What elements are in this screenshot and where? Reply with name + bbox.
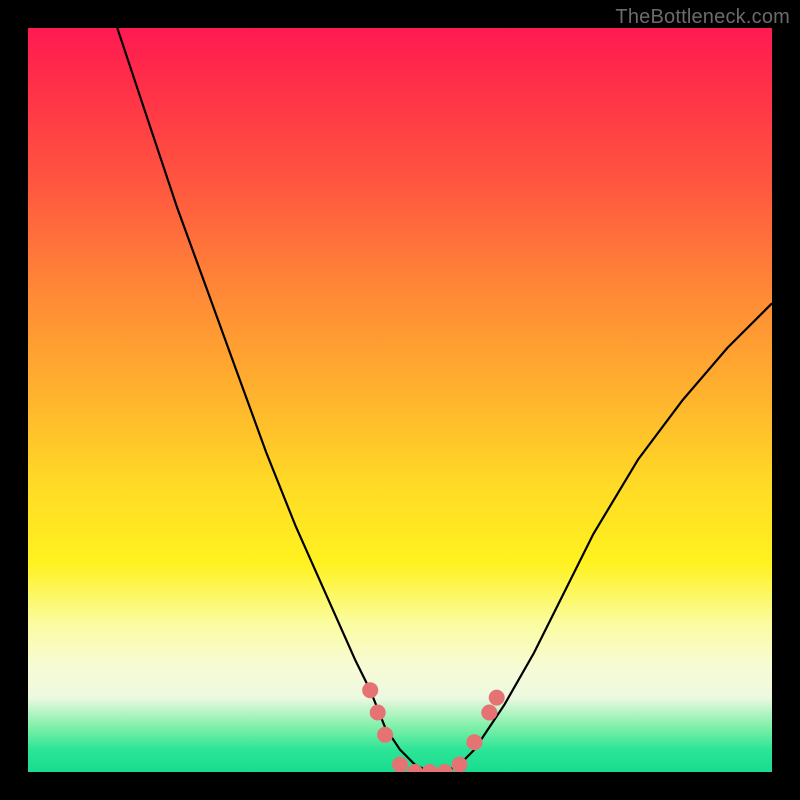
plot-area: [28, 28, 772, 772]
highlight-dot: [422, 764, 438, 772]
highlight-dot: [489, 690, 505, 706]
watermark-text: TheBottleneck.com: [615, 6, 790, 29]
highlight-dot: [377, 727, 393, 743]
highlight-dot: [466, 734, 482, 750]
highlight-dot: [370, 705, 386, 721]
highlight-dot: [452, 757, 468, 772]
bottleneck-curve: [117, 28, 772, 772]
chart-frame: TheBottleneck.com: [0, 0, 800, 800]
highlight-dot: [392, 757, 408, 772]
highlight-dot: [481, 705, 497, 721]
highlight-dot: [437, 764, 453, 772]
highlight-dot: [362, 682, 378, 698]
curve-layer: [28, 28, 772, 772]
highlight-dot: [407, 764, 423, 772]
highlight-marker-group: [362, 682, 505, 772]
